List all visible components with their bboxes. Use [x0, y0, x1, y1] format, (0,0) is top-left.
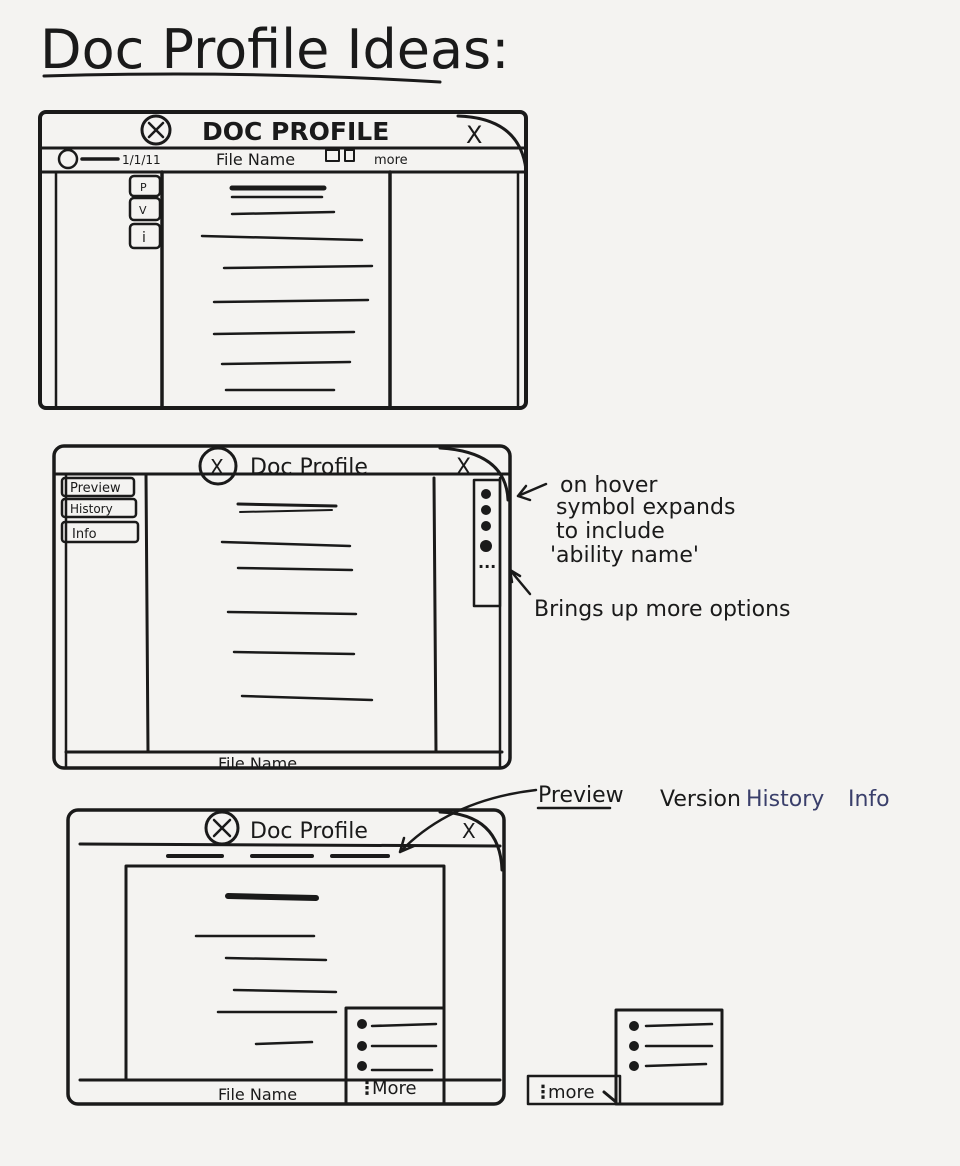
sketch-3-title-divider — [78, 842, 502, 848]
sketch-3-menu-icon[interactable] — [357, 1061, 367, 1071]
hover-note-line: symbol expands — [556, 495, 735, 520]
tab-label-info: Info — [848, 787, 890, 812]
sketch-1-window: DOC PROFILE X 1/1/11 File Name more P V … — [38, 110, 528, 410]
sketch-2-window: X Doc Profile X File Name Preview Histor… — [52, 444, 512, 773]
sketch-1-download-icon[interactable] — [325, 149, 340, 162]
sketch-2-frame — [52, 444, 512, 770]
sketch-1-file-name: File Name — [216, 150, 295, 169]
hover-note-arrow — [516, 482, 548, 502]
sketch-1-tab-preview-label: P — [140, 181, 147, 194]
sketch-3-menu-icon[interactable] — [357, 1041, 367, 1051]
whiteboard: Doc Profile Ideas: DOC PROFILE X 1/1/11 … — [38, 18, 890, 1106]
sketch-1-tab-history-label: V — [139, 204, 147, 217]
sketch-2-tab-history-label: History — [70, 502, 113, 516]
sketch-1-document-lines — [200, 185, 374, 392]
sketch-2-more-dots-icon[interactable]: ... — [478, 553, 496, 572]
more-menu-item[interactable] — [644, 1022, 714, 1028]
more-menu-icon[interactable] — [629, 1041, 639, 1051]
sketch-2-ability-icon[interactable] — [481, 505, 491, 515]
hover-note-line: 'ability name' — [550, 543, 699, 568]
sketch-2-footer-file-name: File Name — [218, 754, 297, 773]
sketch-3-more-label[interactable]: More — [372, 1078, 417, 1099]
sketch-1-date: 1/1/11 — [122, 153, 161, 167]
tab-label-version: Version — [660, 787, 741, 812]
page-title: Doc Profile Ideas: — [40, 18, 509, 81]
more-note-arrow — [508, 568, 532, 596]
sketch-3-more-button-detail: ⋮ more — [526, 1008, 724, 1106]
sketch-2-more-note: Brings up more options — [508, 568, 791, 622]
more-menu-icon[interactable] — [629, 1021, 639, 1031]
more-button-label: more — [548, 1082, 595, 1103]
sketch-2-ability-icon[interactable] — [480, 540, 492, 552]
tab-label-preview: Preview — [538, 783, 624, 808]
more-note-text: Brings up more options — [534, 597, 791, 622]
sketch-2-document-lines — [220, 502, 374, 702]
sketch-1-tab-info-label: i — [142, 230, 146, 246]
sketch-1-share-icon[interactable] — [344, 149, 355, 162]
sketch-1-close-icon[interactable]: X — [466, 121, 482, 149]
sketch-2-right-divider — [432, 476, 438, 754]
tab-label-history: History — [746, 787, 824, 812]
sketch-3-menu-icon[interactable] — [357, 1019, 367, 1029]
sketch-3-window-title: Doc Profile — [250, 819, 368, 844]
sketch-3-x-icon — [212, 818, 232, 838]
sketch-1-avatar-icon — [57, 148, 79, 170]
sketch-1-x-icon — [147, 121, 165, 139]
sketch-2-x-icon: X — [210, 455, 224, 479]
sketch-3-window: Doc Profile X File Name ⋮ More — [66, 808, 506, 1106]
sketch-2-close-icon[interactable]: X — [456, 455, 471, 480]
sketch-3-footer-file-name: File Name — [218, 1085, 297, 1104]
sketch-1-window-title: DOC PROFILE — [202, 117, 389, 146]
sketch-3-close-icon[interactable]: X — [462, 819, 476, 843]
sketch-2-hover-note: on hover symbol expands to include 'abil… — [516, 473, 735, 568]
sketch-3-menu-item[interactable] — [370, 1022, 438, 1028]
sketch-2-window-title: Doc Profile — [250, 455, 368, 480]
sketch-2-ability-icon[interactable] — [481, 521, 491, 531]
sketch-2-ability-icon[interactable] — [481, 489, 491, 499]
sketch-1-more-label[interactable]: more — [374, 153, 408, 168]
sketch-3-document-lines — [194, 893, 338, 1046]
sketch-2-left-divider — [144, 472, 150, 754]
more-menu-icon[interactable] — [629, 1061, 639, 1071]
more-menu-item[interactable] — [644, 1062, 708, 1068]
hover-note-line: to include — [556, 519, 665, 544]
sketch-2-tab-preview-label: Preview — [70, 481, 121, 496]
sketch-2-tab-info-label: Info — [72, 527, 97, 542]
cursor-icon — [602, 1090, 618, 1104]
